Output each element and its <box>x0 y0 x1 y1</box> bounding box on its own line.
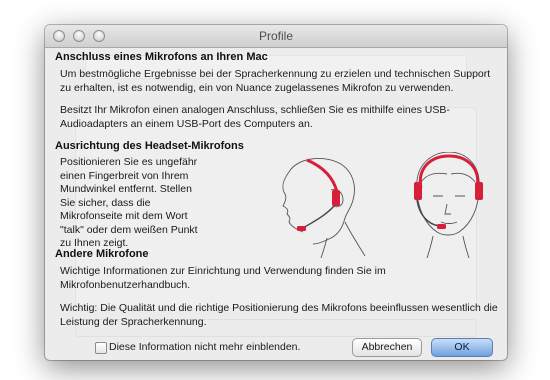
other-paragraph-1: Wichtige Informationen zur Einrichtung u… <box>60 265 386 291</box>
head-side-view <box>282 157 366 258</box>
mic-tip-side <box>297 226 306 231</box>
dialog-footer: Diese Information nicht mehr einblenden.… <box>45 333 507 360</box>
title-bar: Profile <box>45 25 507 48</box>
heading-other-mics: Andere Mikrofone <box>55 248 149 260</box>
headset-front <box>418 154 480 189</box>
dont-show-again-label[interactable]: Diese Information nicht mehr einblenden. <box>109 341 300 353</box>
dont-show-again-checkbox[interactable] <box>95 342 107 354</box>
headset-illustration <box>282 152 483 258</box>
mic-tip-front <box>437 224 446 229</box>
window-title: Profile <box>258 29 293 43</box>
earpiece-front-right <box>475 182 483 200</box>
mic-boom-side <box>302 205 335 229</box>
heading-headset: Ausrichtung des Headset-Mikrofons <box>55 140 244 152</box>
headset-paragraph: Positionieren Sie es ungefähr einen Fing… <box>60 156 198 249</box>
earpiece-side <box>332 190 340 206</box>
head-front-view <box>416 152 480 258</box>
headset-side <box>306 158 339 193</box>
profile-dialog: Profile Anschluss eines Mikrofons an Ihr… <box>45 25 507 360</box>
connect-paragraph-1: Um bestmögliche Ergebnisse bei der Sprac… <box>60 68 491 94</box>
heading-connect: Anschluss eines Mikrofons an Ihren Mac <box>55 51 268 63</box>
dialog-content: Anschluss eines Mikrofons an Ihren Mac U… <box>45 47 507 360</box>
ok-button[interactable]: OK <box>431 338 493 357</box>
connect-paragraph-2: Besitzt Ihr Mikrofon einen analogen Ansc… <box>60 104 450 130</box>
earpiece-front-left <box>414 182 422 200</box>
mic-boom-front <box>416 199 440 227</box>
cancel-button[interactable]: Abbrechen <box>352 338 422 357</box>
other-paragraph-2: Wichtig: Die Qualität und die richtige P… <box>60 302 498 328</box>
